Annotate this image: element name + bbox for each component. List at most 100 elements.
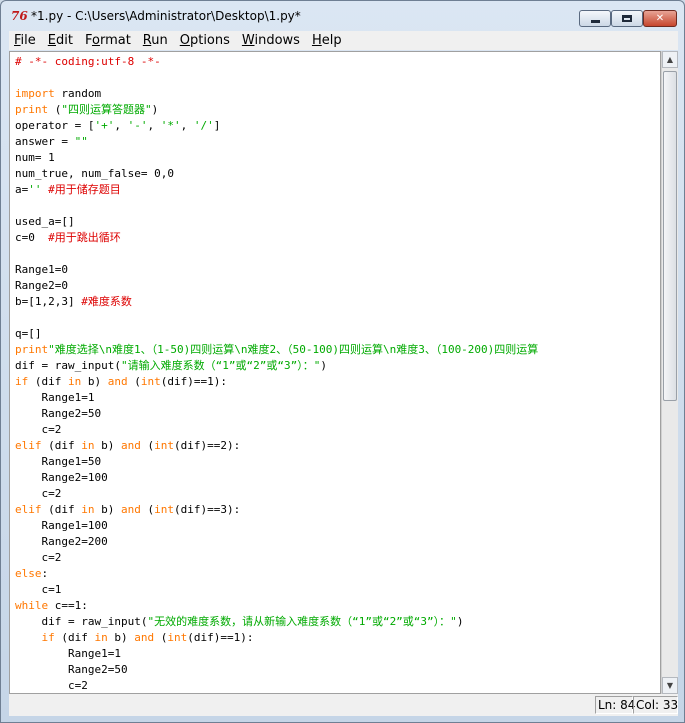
- code-line[interactable]: answer = "": [15, 134, 538, 150]
- title-bar[interactable]: 76 *1.py - C:\Users\Administrator\Deskto…: [1, 1, 684, 31]
- idle-python-icon[interactable]: 76: [11, 9, 29, 23]
- code-line[interactable]: while c==1:: [15, 598, 538, 614]
- line-number-status: Ln: 84: [595, 696, 635, 714]
- maximize-icon: [622, 15, 632, 22]
- code-token-string: '-': [127, 119, 148, 132]
- code-line[interactable]: c=2: [15, 486, 538, 502]
- code-line[interactable]: elif (dif in b) and (int(dif)==3):: [15, 502, 538, 518]
- code-token-keyword: in: [68, 375, 82, 388]
- menu-run[interactable]: Run: [138, 33, 173, 48]
- code-line[interactable]: import random: [15, 86, 538, 102]
- code-token-keyword: print: [15, 103, 49, 116]
- code-token-keyword: and: [107, 375, 128, 388]
- menu-options[interactable]: Options: [175, 33, 235, 48]
- menu-windows[interactable]: Windows: [237, 33, 305, 48]
- code-line[interactable]: Range1=1: [15, 646, 538, 662]
- code-token-plain: c=2: [15, 487, 62, 500]
- code-line[interactable]: if (dif in b) and (int(dif)==1):: [15, 374, 538, 390]
- code-line[interactable]: c=2: [15, 678, 538, 693]
- code-token-keyword: int: [154, 503, 174, 516]
- code-token-plain: Range1=1: [15, 647, 121, 660]
- code-token-keyword: elif: [15, 503, 42, 516]
- code-line[interactable]: Range1=50: [15, 454, 538, 470]
- code-line[interactable]: [15, 246, 538, 262]
- code-line[interactable]: Range2=100: [15, 470, 538, 486]
- code-token-plain: used_a=[]: [15, 215, 75, 228]
- code-token-plain: (dif: [41, 503, 82, 516]
- code-text[interactable]: # -*- coding:utf-8 -*- import random print…: [15, 54, 538, 693]
- code-token-keyword: if: [41, 631, 55, 644]
- code-token-keyword: elif: [15, 439, 42, 452]
- code-line[interactable]: num_true, num_false= 0,0: [15, 166, 538, 182]
- code-line[interactable]: Range2=200: [15, 534, 538, 550]
- code-token-plain: Range2=50: [15, 407, 102, 420]
- code-line[interactable]: q=[]: [15, 326, 538, 342]
- code-token-plain: Range2=0: [15, 279, 68, 292]
- code-line[interactable]: b=[1,2,3] #难度系数: [15, 294, 538, 310]
- code-line[interactable]: print"难度选择\n难度1、（1-50)四则运算\n难度2、（50-100)…: [15, 342, 538, 358]
- code-line[interactable]: operator = ['+', '-', '*', '/']: [15, 118, 538, 134]
- scroll-thumb[interactable]: [663, 71, 677, 401]
- arrow-down-icon: ▼: [666, 681, 674, 690]
- code-line[interactable]: c=2: [15, 422, 538, 438]
- code-line[interactable]: [15, 198, 538, 214]
- code-line[interactable]: dif = raw_input("无效的难度系数，请从新输入难度系数（“1”或“…: [15, 614, 538, 630]
- code-token-plain: (dif)==3):: [174, 503, 241, 516]
- code-token-keyword: import: [15, 87, 55, 100]
- minimize-button[interactable]: [579, 10, 611, 27]
- code-line[interactable]: if (dif in b) and (int(dif)==1):: [15, 630, 538, 646]
- code-token-plain: Range2=100: [15, 471, 108, 484]
- menu-format[interactable]: Format: [80, 33, 136, 48]
- code-line[interactable]: Range1=1: [15, 390, 538, 406]
- code-token-plain: (: [140, 503, 155, 516]
- code-line[interactable]: c=2: [15, 550, 538, 566]
- code-line[interactable]: Range1=100: [15, 518, 538, 534]
- code-line[interactable]: Range2=50: [15, 662, 538, 678]
- scroll-down-button[interactable]: ▼: [662, 677, 678, 694]
- code-line[interactable]: [15, 70, 538, 86]
- code-token-plain: (dif: [54, 631, 95, 644]
- vertical-scrollbar[interactable]: ▲ ▼: [661, 51, 678, 694]
- code-line[interactable]: # -*- coding:utf-8 -*-: [15, 54, 538, 70]
- code-token-string: "无效的难度系数，请从新输入难度系数（“1”或“2”或“3”）：": [147, 615, 457, 628]
- code-line[interactable]: used_a=[]: [15, 214, 538, 230]
- code-token-plain: operator = [: [15, 119, 95, 132]
- code-line[interactable]: Range1=0: [15, 262, 538, 278]
- menu-help[interactable]: Help: [307, 33, 347, 48]
- window-title: *1.py - C:\Users\Administrator\Desktop\1…: [31, 9, 301, 23]
- code-editor[interactable]: # -*- coding:utf-8 -*- import random print…: [9, 51, 661, 694]
- code-token-plain: ): [320, 359, 327, 372]
- menu-edit[interactable]: Edit: [43, 33, 78, 48]
- code-token-plain: c=2: [15, 551, 62, 564]
- code-token-plain: (: [140, 439, 155, 452]
- code-token-plain: ,: [147, 119, 161, 132]
- menu-file[interactable]: File: [9, 33, 41, 48]
- code-line[interactable]: c=0 #用于跳出循环: [15, 230, 538, 246]
- code-token-string: "请输入难度系数（“1”或“2”或“3”）：": [120, 359, 321, 372]
- maximize-button[interactable]: [611, 10, 643, 27]
- code-token-keyword: int: [140, 375, 161, 388]
- close-button[interactable]: ✕: [643, 10, 677, 27]
- code-token-comment: #用于跳出循环: [48, 231, 121, 244]
- code-token-plain: b=[1,2,3]: [15, 295, 82, 308]
- code-line[interactable]: [15, 310, 538, 326]
- code-token-keyword: in: [81, 439, 95, 452]
- code-line[interactable]: else:: [15, 566, 538, 582]
- code-line[interactable]: print ("四则运算答题器"): [15, 102, 538, 118]
- code-token-plain: (dif)==2):: [174, 439, 241, 452]
- code-line[interactable]: dif = raw_input("请输入难度系数（“1”或“2”或“3”）："): [15, 358, 538, 374]
- code-line[interactable]: num= 1: [15, 150, 538, 166]
- code-token-plain: ): [151, 103, 159, 116]
- code-line[interactable]: elif (dif in b) and (int(dif)==2):: [15, 438, 538, 454]
- code-line[interactable]: Range2=0: [15, 278, 538, 294]
- scroll-up-button[interactable]: ▲: [662, 51, 678, 68]
- code-line[interactable]: Range2=50: [15, 406, 538, 422]
- code-token-comment: # -*- coding:utf-8 -*-: [15, 55, 161, 68]
- code-token-plain: dif = raw_input(: [15, 615, 148, 628]
- code-line[interactable]: c=1: [15, 582, 538, 598]
- code-token-plain: q=[]: [15, 327, 42, 340]
- code-token-plain: random: [54, 87, 102, 100]
- idle-editor-window: 76 *1.py - C:\Users\Administrator\Deskto…: [0, 0, 685, 723]
- code-line[interactable]: a='' #用于储存题目: [15, 182, 538, 198]
- code-token-keyword: int: [167, 631, 188, 644]
